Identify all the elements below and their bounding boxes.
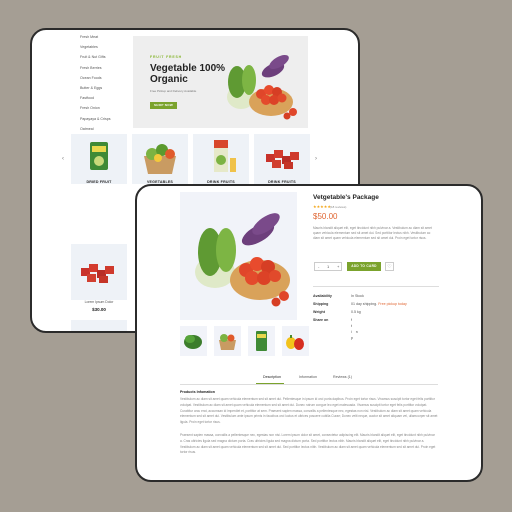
product-tile-dried-fruit[interactable] (71, 134, 127, 184)
product-detail-window: Vetgetable's Package ★★★★★ (18 reviews) … (135, 184, 483, 482)
hero-subtitle: Free Pickup and Delivery Available (150, 89, 197, 93)
shipping-days: 01 day shipping. (351, 302, 378, 306)
hero-tag: FRUIT FRESH (150, 55, 182, 59)
share-label: Share on (313, 318, 329, 322)
product-price: $50.00 (313, 212, 338, 221)
product-tile-drink-fruits-2[interactable] (254, 134, 310, 184)
rating-stars: ★★★★★ (313, 204, 331, 209)
juice-box-image (214, 140, 236, 172)
shipping-label: Shipping (313, 302, 329, 306)
availability-label: Availability (313, 294, 332, 298)
review-count[interactable]: (18 reviews) (330, 205, 346, 209)
tab-description[interactable]: Description (263, 375, 281, 379)
hero-banner: FRUIT FRESH Vegetable 100% Organic Free … (133, 36, 308, 128)
quantity-stepper[interactable]: - 1 + (314, 262, 342, 271)
product-tile-partial[interactable] (71, 320, 127, 331)
meat-cubes-image (266, 150, 299, 169)
tab-reviews[interactable]: Reviews (1) (333, 375, 352, 379)
product-main-image[interactable] (180, 192, 297, 320)
decrease-button[interactable]: - (318, 263, 319, 271)
quantity-value[interactable]: 1 (327, 263, 329, 271)
info-heading: Products Infomation (180, 390, 215, 394)
add-to-cart-button[interactable]: ADD TO CARD (347, 262, 381, 271)
shipping-value: 01 day shipping. Free pickup today (351, 301, 407, 307)
dried-fruit-image (90, 142, 108, 170)
product-title: Vetgetable's Package (313, 194, 379, 201)
product-tile-single[interactable] (71, 244, 127, 300)
product-tile-vegetables[interactable] (132, 134, 188, 184)
vegetable-basket-image (219, 334, 236, 350)
product-price: $30.00 (92, 307, 106, 312)
tab-information[interactable]: Information (299, 375, 317, 379)
thumbnail-2[interactable] (214, 326, 241, 356)
vegetables-image (195, 213, 290, 307)
shop-now-button[interactable]: SHOP NOW (150, 102, 177, 109)
dried-fruit-image (256, 331, 267, 351)
thumbnail-1[interactable] (180, 326, 207, 356)
chevron-right-icon[interactable]: › (315, 156, 317, 162)
peppers-image (286, 335, 304, 350)
heart-icon[interactable]: ♡ (385, 262, 394, 271)
thumbnail-3[interactable] (248, 326, 275, 356)
social-share-icons[interactable]: f t in p (351, 317, 362, 341)
info-paragraph-2: Praesent sapien massa, convallis a pelle… (180, 433, 436, 455)
meat-cubes-image (81, 264, 114, 283)
vegetables-image (227, 55, 297, 120)
vegetable-basket-image (144, 144, 176, 174)
product-name[interactable]: Lorem Ipsum Dolor (71, 300, 127, 304)
thumbnail-4[interactable] (282, 326, 309, 356)
product-description: Mauris blandit aliquet elit, eget tincid… (313, 226, 432, 241)
weight-value: 0.5 kg (351, 310, 361, 314)
divider (313, 286, 439, 287)
product-tile-drink-fruits-1[interactable] (193, 134, 249, 184)
active-tab-indicator (256, 383, 284, 384)
free-pickup-text: Free pickup today (378, 302, 407, 306)
spinach-image (184, 335, 202, 349)
info-paragraph-1: Vestibulum ac diam sit amet quam vehicul… (180, 397, 438, 425)
weight-label: Weight (313, 310, 325, 314)
increase-button[interactable]: + (337, 263, 339, 271)
availability-value: In Stock (351, 294, 364, 298)
chevron-left-icon[interactable]: ‹ (62, 156, 64, 162)
product-label[interactable]: DRIED FRUIT (71, 180, 127, 184)
tabs-divider (180, 384, 438, 385)
